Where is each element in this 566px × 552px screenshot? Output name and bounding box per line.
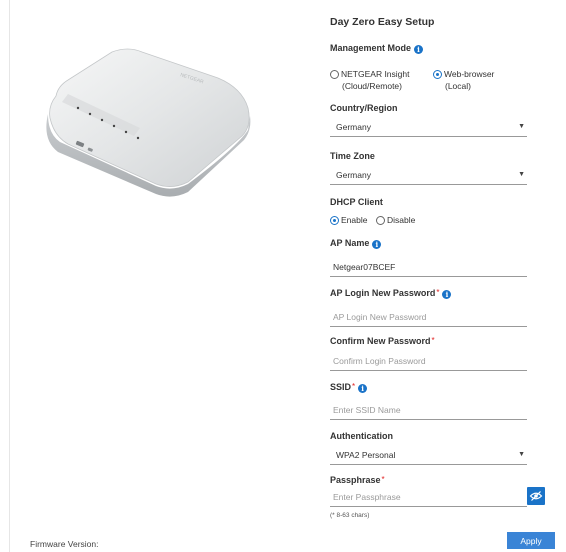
passphrase-label: Passphrase* <box>330 475 385 485</box>
radio-selected-icon[interactable] <box>433 70 442 79</box>
dhcp-enable-radio[interactable]: Enable <box>330 215 367 225</box>
country-region-select[interactable]: Germany ▼ <box>330 118 527 137</box>
management-web-browser-radio[interactable]: Web-browser (Local) <box>433 69 494 91</box>
info-icon[interactable]: i <box>414 45 424 54</box>
management-mode-label: Management Mode i <box>330 43 424 54</box>
show-password-toggle[interactable] <box>527 487 545 505</box>
time-zone-select[interactable]: Germany ▼ <box>330 166 527 185</box>
authentication-select[interactable]: WPA2 Personal ▼ <box>330 446 527 465</box>
ap-name-label: AP Name i <box>330 238 382 249</box>
country-region-label: Country/Region <box>330 103 398 113</box>
ap-name-field[interactable] <box>330 258 527 277</box>
ap-login-password-input[interactable] <box>330 308 519 326</box>
eye-slash-icon[interactable] <box>527 487 545 505</box>
apply-button[interactable]: Apply <box>507 532 555 549</box>
passphrase-input[interactable] <box>330 488 519 506</box>
confirm-password-input[interactable] <box>330 352 519 370</box>
passphrase-field[interactable] <box>330 488 527 507</box>
ap-login-password-label: AP Login New Password* i <box>330 288 452 299</box>
dropdown-arrow-icon: ▼ <box>518 123 525 130</box>
time-zone-label: Time Zone <box>330 151 375 161</box>
dhcp-client-label: DHCP Client <box>330 197 383 207</box>
radio-icon[interactable] <box>376 216 385 225</box>
dropdown-arrow-icon: ▼ <box>518 171 525 178</box>
confirm-password-label: Confirm New Password* <box>330 336 435 346</box>
ssid-field[interactable] <box>330 401 527 420</box>
dhcp-disable-radio[interactable]: Disable <box>376 215 415 225</box>
ap-login-password-field[interactable] <box>330 308 527 327</box>
left-divider <box>9 0 10 552</box>
ssid-input[interactable] <box>330 401 519 419</box>
radio-icon[interactable] <box>330 70 339 79</box>
firmware-version-label: Firmware Version: <box>30 539 99 549</box>
info-icon[interactable]: i <box>372 240 382 249</box>
confirm-password-field[interactable] <box>330 352 527 371</box>
dropdown-arrow-icon: ▼ <box>518 451 525 458</box>
radio-selected-icon[interactable] <box>330 216 339 225</box>
access-point-image: NETGEAR <box>46 48 251 197</box>
ssid-label: SSID* i <box>330 382 368 393</box>
info-icon[interactable]: i <box>358 384 368 393</box>
management-insight-radio[interactable]: NETGEAR Insight (Cloud/Remote) <box>330 69 410 91</box>
page-title: Day Zero Easy Setup <box>330 16 435 28</box>
info-icon[interactable]: i <box>442 290 452 299</box>
ap-name-input[interactable] <box>330 258 519 276</box>
authentication-label: Authentication <box>330 431 393 441</box>
passphrase-hint: (* 8-63 chars) <box>330 512 370 519</box>
